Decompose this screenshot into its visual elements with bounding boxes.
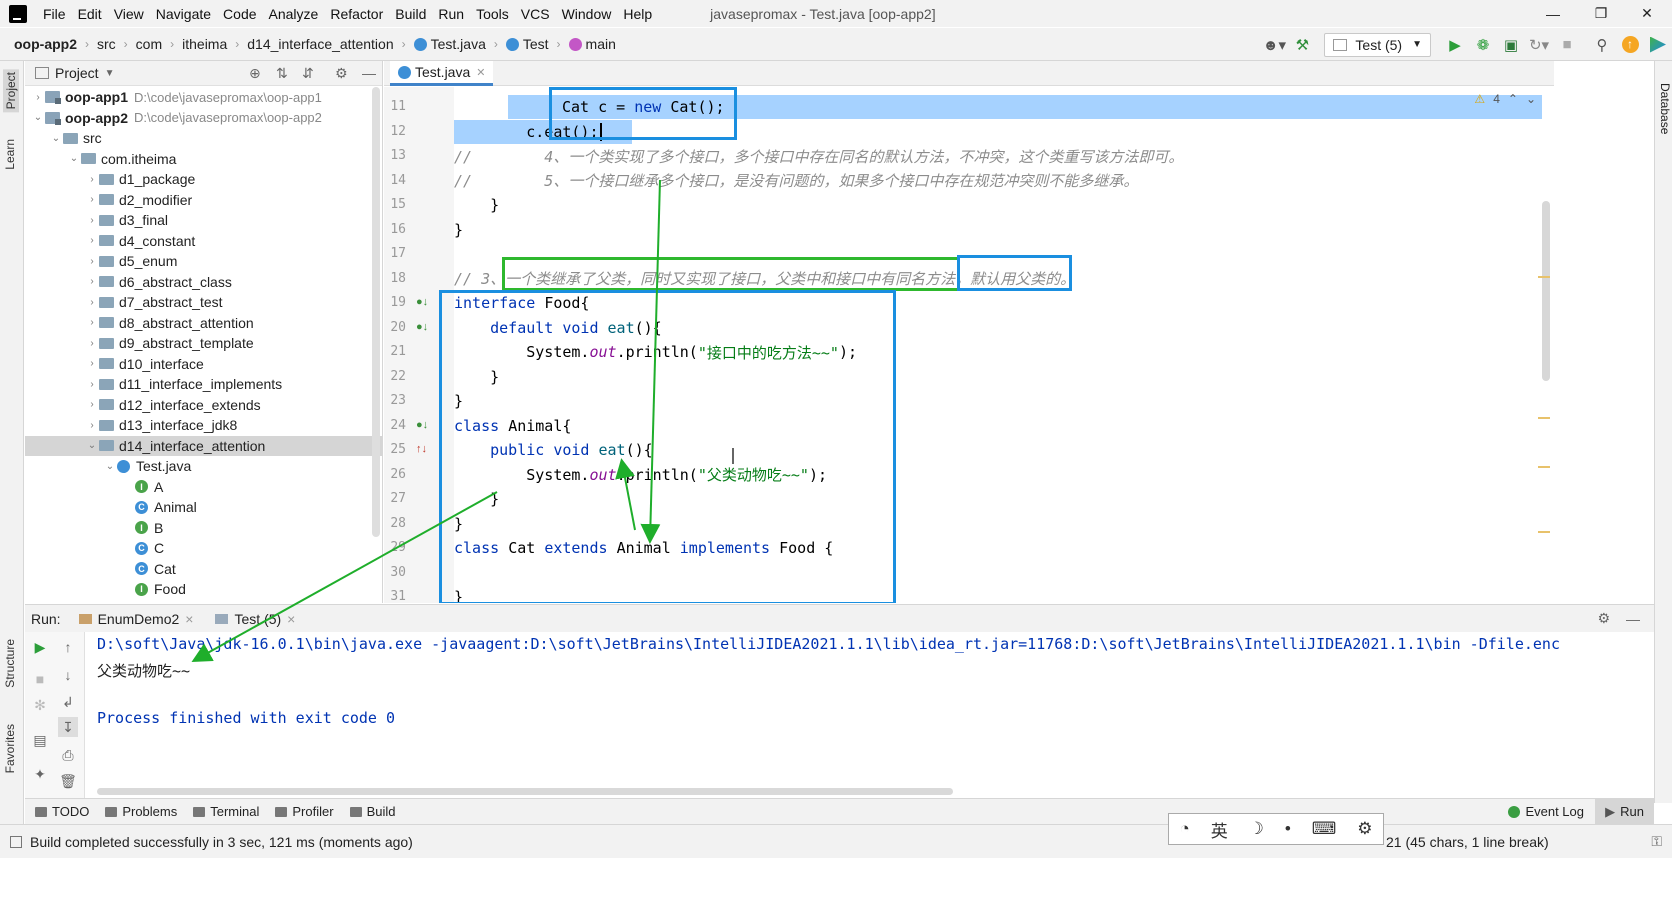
arrow-cat-to-animal-eat — [615, 458, 636, 531]
annotation-arrows — [191, 179, 734, 662]
arrow-eat-to-output — [191, 491, 498, 662]
arrow-call-to-cat — [640, 179, 661, 544]
